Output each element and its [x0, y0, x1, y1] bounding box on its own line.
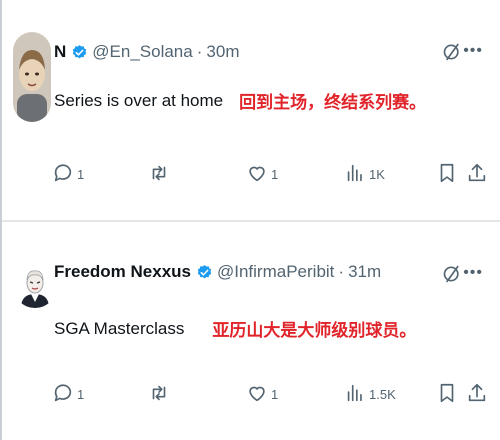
more-icon[interactable]: •••	[463, 42, 483, 60]
action-bar: 1 1 1.5K	[50, 382, 490, 406]
tweet-text: Series is over at home	[54, 90, 224, 110]
bookmark-icon	[436, 162, 458, 187]
like-icon	[246, 382, 268, 407]
repost-button[interactable]	[148, 162, 173, 187]
share-button[interactable]	[466, 382, 488, 407]
author-handle[interactable]: @InfirmaPeribit	[217, 262, 334, 282]
separator: ·	[338, 262, 345, 281]
author-name[interactable]: Freedom Nexxus	[54, 262, 191, 282]
reply-button[interactable]: 1	[52, 162, 84, 187]
share-icon	[466, 382, 488, 407]
verified-badge-icon	[71, 44, 88, 61]
bookmark-button[interactable]	[436, 162, 458, 187]
bookmark-icon	[436, 382, 458, 407]
repost-icon	[148, 382, 170, 407]
separator: ·	[196, 42, 203, 61]
share-icon	[466, 162, 488, 187]
translation-text: 亚历山大是大师级别球员。	[212, 321, 417, 340]
reply-icon	[52, 162, 74, 187]
reply-count: 1	[77, 387, 85, 402]
tweet-body: Series is over at home 回到主场，终结系列赛。	[54, 88, 426, 113]
bookmark-button[interactable]	[436, 382, 458, 407]
author-name[interactable]: N	[54, 42, 66, 62]
avatar[interactable]	[13, 264, 57, 308]
avatar[interactable]	[13, 32, 51, 122]
repost-icon	[148, 162, 170, 187]
views-icon	[344, 382, 366, 407]
tweet-body: SGA Masterclass 亚历山大是大师级别球员。	[54, 316, 416, 341]
action-bar: 1 1 1K	[50, 162, 490, 186]
grok-icon[interactable]	[442, 264, 462, 284]
repost-button[interactable]	[148, 382, 173, 407]
reply-button[interactable]: 1	[52, 382, 84, 407]
tweet-text: SGA Masterclass	[54, 318, 185, 338]
like-count: 1	[271, 167, 279, 182]
like-button[interactable]: 1	[246, 382, 278, 407]
tweet-card[interactable]: N @En_Solana · 30m ••• Series is over at…	[2, 0, 500, 222]
more-icon[interactable]: •••	[463, 264, 483, 282]
views-count: 1K	[369, 167, 385, 182]
views-count: 1.5K	[369, 387, 396, 402]
views-icon	[344, 162, 366, 187]
share-button[interactable]	[466, 162, 488, 187]
grok-icon[interactable]	[442, 42, 462, 62]
timestamp[interactable]: 31m	[348, 262, 381, 282]
tweet-card[interactable]: Freedom Nexxus @InfirmaPeribit · 31m •••…	[2, 222, 500, 440]
timestamp[interactable]: 30m	[206, 42, 239, 62]
tweet-header: Freedom Nexxus @InfirmaPeribit · 31m	[54, 262, 381, 282]
views-button[interactable]: 1.5K	[344, 382, 396, 407]
like-button[interactable]: 1	[246, 162, 278, 187]
reply-count: 1	[77, 167, 85, 182]
translation-text: 回到主场，终结系列赛。	[239, 93, 427, 112]
views-button[interactable]: 1K	[344, 162, 385, 187]
like-icon	[246, 162, 268, 187]
reply-icon	[52, 382, 74, 407]
like-count: 1	[271, 387, 279, 402]
tweet-header: N @En_Solana · 30m	[54, 42, 239, 62]
verified-badge-icon	[196, 264, 213, 281]
author-handle[interactable]: @En_Solana	[92, 42, 192, 62]
